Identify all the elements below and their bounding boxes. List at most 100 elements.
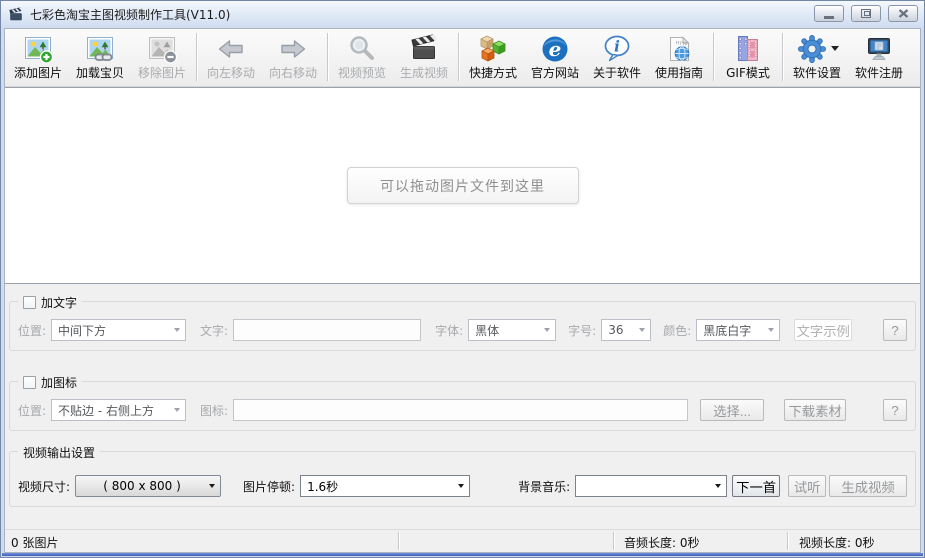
maximize-button[interactable] [851,5,881,22]
toolbar-button-label: 加载宝贝 [76,66,124,81]
icon-help-button[interactable]: ? [883,399,907,421]
app-icon [8,7,24,23]
svg-text:i: i [614,38,620,56]
color-label: 颜色: [663,322,691,339]
svg-text:e: e [549,37,562,61]
add-text-checkbox[interactable] [23,296,36,309]
official-website-icon: e [539,33,571,65]
toolbar-separator [327,33,328,81]
toolbar-button-label: 生成视频 [400,66,448,81]
video-size-select[interactable]: ( 800 x 800 ) [75,475,221,497]
toolbar-button-label: 快捷方式 [469,66,517,81]
text-input[interactable] [233,319,421,341]
font-size-label: 字号: [568,322,596,339]
about-info-icon: i [601,33,633,65]
status-audio-length: 音频长度: 0秒 [624,534,700,551]
video-size-label: 视频尺寸: [18,478,70,495]
add-icon-header: 加图标 [18,374,82,390]
toolbar-button-label: GIF模式 [726,66,770,81]
toolbar-button-user-guide[interactable]: HTTP 使用指南 [648,31,710,84]
toolbar-button-move-right[interactable]: 向右移动 [262,31,324,84]
toolbar-button-remove-image[interactable]: 移除图片 [131,31,193,84]
font-select[interactable]: 黑体 [468,319,556,341]
download-material-button[interactable]: 下载素材 [784,399,846,421]
gif-mode-icon [732,33,764,65]
load-item-icon [84,33,116,65]
toolbar-button-shortcut[interactable]: 快捷方式 [462,31,524,84]
client-area: 添加图片 [4,28,921,553]
icon-path-input[interactable] [233,399,688,421]
chevron-down-icon [768,328,774,335]
move-left-icon [215,33,247,65]
toolbar-button-label: 视频预览 [338,66,386,81]
icon-position-select[interactable]: 不贴边 - 右侧上方 [51,399,186,421]
add-icon-row: 位置: 不贴边 - 右侧上方 图标: 选择... 下载素材 ? [18,399,907,421]
statusbar-separator [613,532,614,550]
add-text-title: 加文字 [41,294,77,311]
status-video-length: 视频长度: 0秒 [799,534,875,551]
register-monitor-icon [863,33,895,65]
dropzone-hint: 可以拖动图片文件到这里 [347,167,579,204]
close-button[interactable] [888,5,918,22]
text-position-select[interactable]: 中间下方 [51,319,186,341]
toolbar-button-move-left[interactable]: 向左移动 [200,31,262,84]
background-music-select[interactable] [575,475,727,497]
toolbar-button-video-preview[interactable]: 视频预览 [331,31,393,84]
close-icon [898,9,909,18]
video-output-title: 视频输出设置 [23,444,95,461]
toolbar-button-label: 向左移动 [207,66,255,81]
toolbar-button-label: 添加图片 [14,66,62,81]
toolbar-button-official-website[interactable]: e 官方网站 [524,31,586,84]
statusbar-separator [787,532,788,550]
chevron-down-icon [174,328,180,335]
add-text-header: 加文字 [18,294,82,310]
toolbar-button-load-item[interactable]: 加载宝贝 [69,31,131,84]
minimize-button[interactable] [814,5,844,22]
chevron-down-icon [715,484,721,491]
text-label: 文字: [200,322,228,339]
toolbar-button-gif-mode[interactable]: GIF模式 [717,31,779,84]
next-song-button[interactable]: 下一首 [732,475,780,497]
text-position-label: 位置: [18,322,46,339]
shortcut-cubes-icon [477,33,509,65]
toolbar-button-label: 关于软件 [593,66,641,81]
chevron-down-icon [639,328,645,335]
toolbar-button-add-image[interactable]: 添加图片 [7,31,69,84]
font-size-select[interactable]: 36 [601,319,651,341]
text-sample-button[interactable]: 文字示例 [794,319,852,341]
audition-button[interactable]: 试听 [788,475,826,497]
font-value: 黑体 [475,322,499,339]
add-icon-checkbox[interactable] [23,376,36,389]
video-size-value: ( 800 x 800 ) [103,479,181,493]
window-controls [814,5,918,22]
chevron-down-icon [458,484,464,491]
toolbar-separator [782,33,783,81]
toolbar-button-settings[interactable]: 软件设置 [786,31,848,84]
toolbar-button-label: 官方网站 [531,66,579,81]
remove-image-icon [146,33,178,65]
icon-select-button[interactable]: 选择... [700,399,764,421]
color-select[interactable]: 黑底白字 [696,319,780,341]
user-guide-icon: HTTP [663,33,695,65]
video-output-section: 视频输出设置 视频尺寸: ( 800 x 800 ) 图片停顿: 1.6秒 背景… [9,451,916,507]
chevron-down-icon [174,408,180,415]
icon-label: 图标: [200,402,228,419]
color-value: 黑底白字 [703,322,751,339]
text-help-button[interactable]: ? [883,319,907,341]
window-title: 七彩色淘宝主图视频制作工具(V11.0) [30,6,230,23]
font-size-value: 36 [608,323,623,337]
toolbar-separator [458,33,459,81]
statusbar-separator [398,532,399,550]
toolbar-button-generate-video[interactable]: 生成视频 [393,31,455,84]
settings-gear-icon [796,33,828,65]
image-pause-select[interactable]: 1.6秒 [300,475,470,497]
status-images-count: 0 张图片 [11,534,58,551]
toolbar-button-label: 软件注册 [855,66,903,81]
toolbar-button-register[interactable]: 软件注册 [848,31,910,84]
add-text-row: 位置: 中间下方 文字: 字体: 黑体 字号: 36 颜色: [18,319,907,341]
generate-video-button[interactable]: 生成视频 [829,475,907,497]
font-label: 字体: [435,322,463,339]
toolbar: 添加图片 [5,29,920,87]
image-list-area[interactable]: 可以拖动图片文件到这里 [5,87,920,284]
toolbar-button-about[interactable]: i 关于软件 [586,31,648,84]
